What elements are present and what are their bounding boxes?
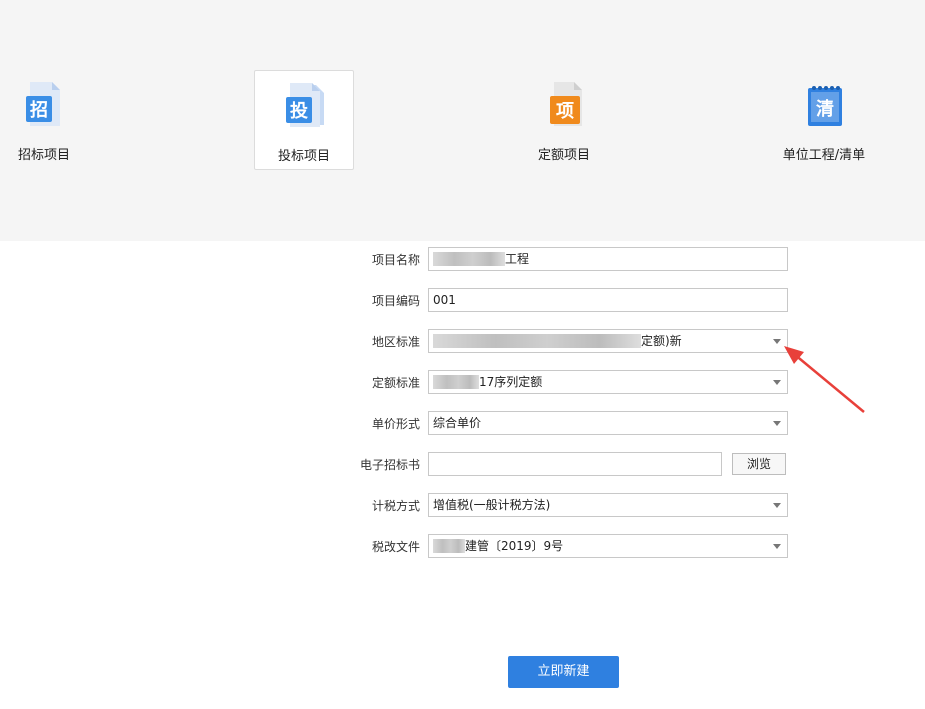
tax-method-select[interactable]: 增值税(一般计税方法) bbox=[428, 493, 788, 517]
redacted-text bbox=[433, 374, 479, 389]
tax-file-select[interactable]: 建管〔2019〕9号 bbox=[428, 534, 788, 558]
redacted-text bbox=[433, 333, 641, 348]
bid-project-tab[interactable]: 投 投标项目 bbox=[254, 70, 354, 170]
e-tender-input[interactable] bbox=[428, 452, 722, 476]
qing-notepad-icon: 清 bbox=[808, 86, 842, 126]
project-code-label: 项目编码 bbox=[371, 294, 420, 308]
quota-project-tab[interactable]: 项 定额项目 bbox=[514, 70, 614, 170]
tender-project-tab[interactable]: 招 招标项目 bbox=[0, 70, 94, 170]
region-standard-label: 地区标准 bbox=[371, 335, 420, 349]
quota-project-label: 定额项目 bbox=[537, 148, 590, 163]
quota-standard-select[interactable]: 17序列定额 bbox=[428, 370, 788, 394]
create-now-button[interactable]: 立即新建 bbox=[508, 656, 619, 688]
bid-project-label: 投标项目 bbox=[277, 149, 330, 164]
unit-project-list-label: 单位工程/清单 bbox=[782, 148, 866, 163]
browse-button[interactable]: 浏览 bbox=[732, 453, 786, 475]
xiang-glyph: 项 bbox=[556, 101, 574, 122]
tender-project-label: 招标项目 bbox=[17, 148, 70, 163]
tou-document-icon: 投 bbox=[286, 83, 324, 127]
unit-project-list-tab[interactable]: 清 单位工程/清单 bbox=[774, 70, 874, 170]
project-code-input[interactable]: 001 bbox=[428, 288, 788, 312]
region-standard-select[interactable]: 定额)新 bbox=[428, 329, 788, 353]
zhao-document-icon: 招 bbox=[26, 82, 60, 126]
project-name-input[interactable]: 工程 bbox=[428, 247, 788, 271]
price-form-label: 单价形式 bbox=[371, 417, 420, 431]
quota-standard-label: 定额标准 bbox=[371, 376, 420, 390]
tax-method-label: 计税方式 bbox=[371, 499, 420, 513]
redacted-text bbox=[433, 251, 505, 266]
redacted-text bbox=[433, 538, 465, 553]
project-name-label: 项目名称 bbox=[371, 253, 420, 267]
tax-file-label: 税改文件 bbox=[371, 540, 420, 554]
price-form-select[interactable]: 综合单价 bbox=[428, 411, 788, 435]
qing-glyph: 清 bbox=[816, 99, 834, 120]
zhao-glyph: 招 bbox=[30, 99, 48, 121]
annotation-arrow-icon bbox=[784, 346, 865, 413]
tou-glyph: 投 bbox=[290, 100, 308, 122]
xiang-document-icon: 项 bbox=[550, 82, 582, 126]
e-tender-label: 电子招标书 bbox=[359, 458, 420, 472]
